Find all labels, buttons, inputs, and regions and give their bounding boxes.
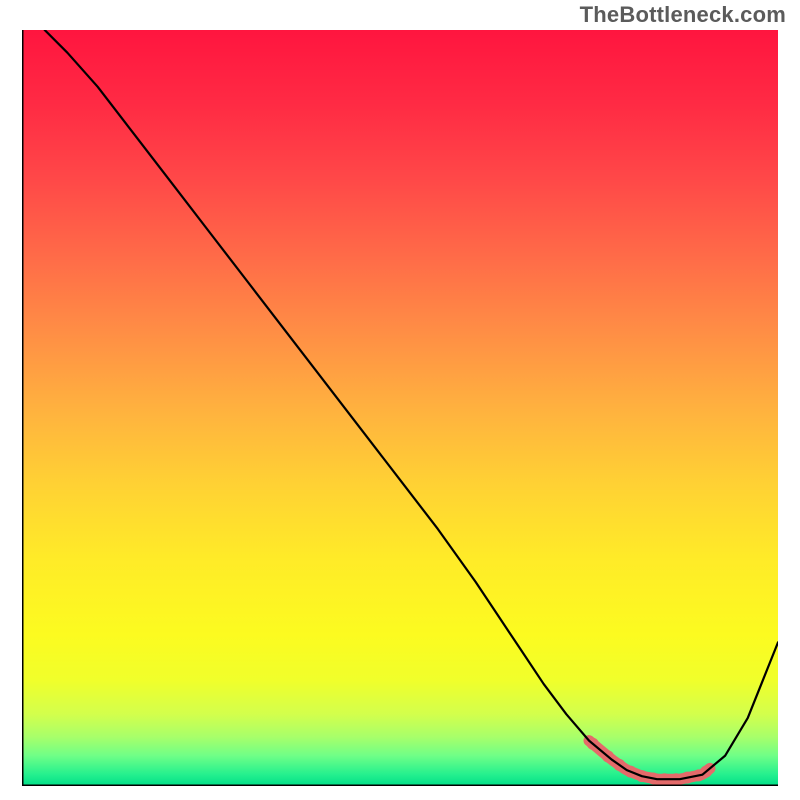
plot-area: [22, 30, 778, 786]
watermark-text: TheBottleneck.com: [580, 2, 786, 28]
gradient-background: [22, 30, 778, 786]
chart-container: TheBottleneck.com: [0, 0, 800, 800]
chart-svg: [22, 30, 778, 786]
